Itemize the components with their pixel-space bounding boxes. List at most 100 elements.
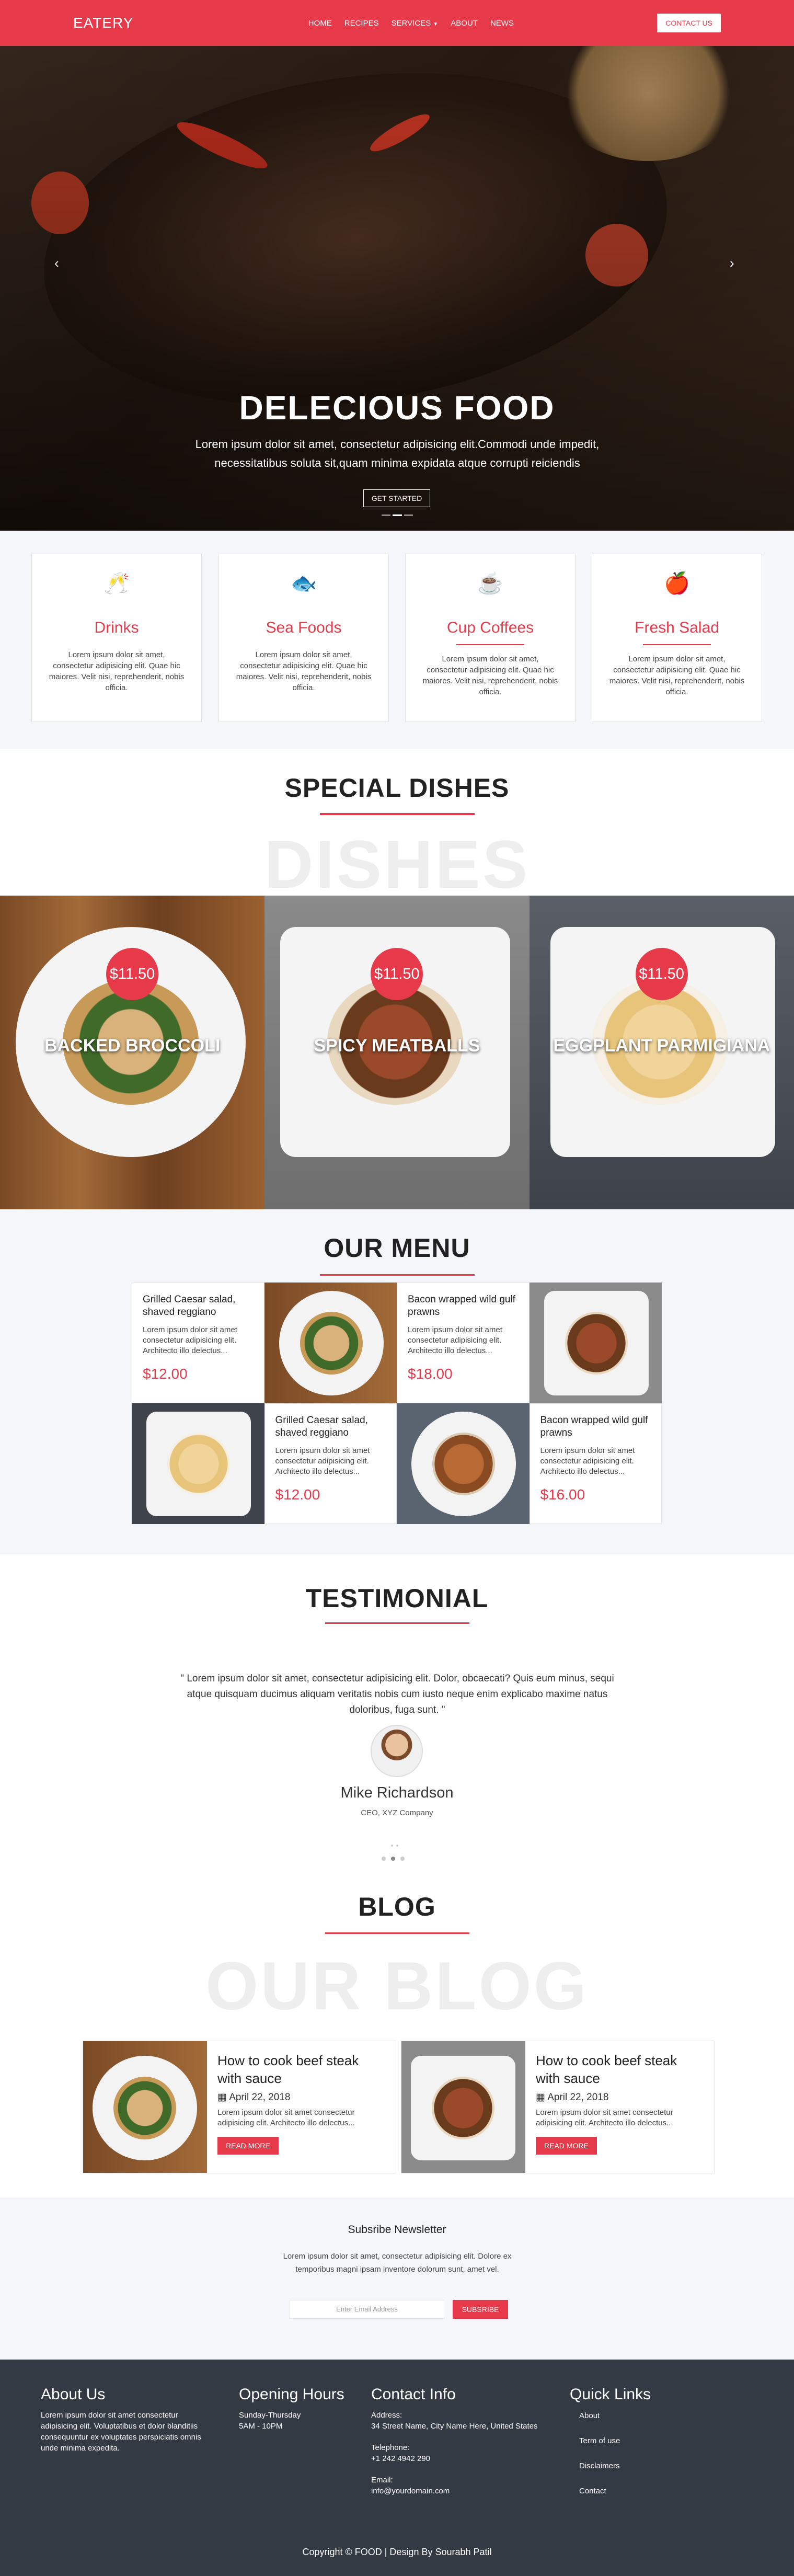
phone-label: Telephone: — [371, 2443, 410, 2452]
footer-about: About Us Lorem ipsum dolor sit amet cons… — [41, 2386, 213, 2454]
footer-contact: Contact Info Address: 34 Street Name, Ci… — [371, 2386, 559, 2497]
read-more-button[interactable]: READ MORE — [536, 2137, 597, 2155]
feature-text: Lorem ipsum dolor sit amet, consectetur … — [422, 655, 558, 696]
site-logo[interactable]: EATERY — [73, 15, 133, 31]
footer-link-about[interactable]: About — [579, 2403, 727, 2429]
dish-name: EGGPLANT PARMIGIANA — [553, 1036, 770, 1056]
email-input[interactable]: Enter Email Address — [290, 2300, 444, 2319]
carousel-indicator-active[interactable] — [393, 514, 402, 516]
footer-link-contact[interactable]: Contact — [579, 2479, 727, 2504]
menu-item[interactable]: Grilled Caesar salad, shaved reggiano Lo… — [132, 1283, 264, 1403]
email-label: Email: — [371, 2476, 393, 2485]
menu-item-desc: Lorem ipsum dolor sit amet consectetur a… — [408, 1325, 502, 1355]
blog-image[interactable] — [83, 2041, 207, 2173]
footer-hours-title: Opening Hours — [239, 2386, 344, 2403]
nav-about[interactable]: ABOUT — [451, 19, 478, 28]
menu-item-price: $12.00 — [143, 1366, 188, 1382]
avatar — [371, 1725, 423, 1777]
address-text: 34 Street Name, City Name Here, United S… — [371, 2422, 538, 2431]
feature-title: Fresh Salad — [635, 619, 719, 636]
slider-dot[interactable] — [400, 1857, 405, 1861]
blog-image[interactable] — [401, 2041, 525, 2173]
footer-quick-links: Quick Links About Term of use Disclaimer… — [570, 2386, 727, 2504]
dish-card[interactable]: $11.50 SPICY MEATBALLS — [264, 896, 530, 1209]
footer-about-title: About Us — [41, 2386, 106, 2403]
hero-title: DELECIOUS FOOD — [239, 389, 555, 427]
menu-item-name: Grilled Caesar salad, shaved reggiano — [275, 1415, 368, 1438]
menu-item[interactable]: Grilled Caesar salad, shaved reggiano Lo… — [264, 1403, 397, 1524]
blog-post-title[interactable]: How to cook beef steak with sauce — [217, 2052, 385, 2087]
menu-item-image — [529, 1283, 662, 1403]
feature-title: Cup Coffees — [446, 619, 534, 636]
menu-item-name: Grilled Caesar salad, shaved reggiano — [143, 1294, 236, 1318]
nav-services[interactable]: SERVICES ▼ — [392, 19, 439, 28]
slider-dot[interactable] — [382, 1857, 386, 1861]
blog-title: BLOG — [358, 1892, 436, 1921]
blog-post-title[interactable]: How to cook beef steak with sauce — [536, 2052, 704, 2087]
menu-item-name: Bacon wrapped wild gulf prawns — [540, 1415, 648, 1438]
footer-link-terms[interactable]: Term of use — [579, 2429, 727, 2454]
footer-hours-time: 5AM - 10PM — [239, 2422, 283, 2431]
calendar-icon: ▦ — [217, 2092, 227, 2103]
our-menu-title: OUR MENU — [324, 1233, 470, 1263]
testimonial-name: Mike Richardson — [340, 1784, 454, 1801]
email-text[interactable]: info@yourdomain.com — [371, 2486, 559, 2497]
get-started-button[interactable]: GET STARTED — [363, 489, 430, 507]
footer-link-disclaimers[interactable]: Disclaimers — [579, 2454, 727, 2479]
food — [432, 2077, 494, 2139]
dish-price: $11.50 — [635, 948, 688, 1000]
feature-text: Lorem ipsum dolor sit amet, consectetur … — [236, 650, 372, 692]
testimonial-section: TESTIMONIAL " Lorem ipsum dolor sit amet… — [0, 1554, 794, 1868]
title-underline — [325, 1932, 469, 1934]
slider-dot-active[interactable] — [391, 1857, 395, 1861]
menu-item[interactable]: Bacon wrapped wild gulf prawns Lorem ips… — [397, 1283, 530, 1403]
blog-ghost-text: OUR BLOG — [205, 1948, 589, 2024]
feature-card: 🍎 Fresh Salad Lorem ipsum dolor sit amet… — [592, 554, 762, 722]
dish-name: SPICY MEATBALLS — [314, 1036, 480, 1056]
food — [565, 1312, 628, 1375]
dish-price: $11.50 — [106, 948, 158, 1000]
food — [113, 2077, 176, 2139]
slider-dot[interactable] — [396, 1845, 398, 1847]
hero-text: Lorem ipsum dolor sit amet, consectetur … — [195, 438, 600, 470]
menu-grid: Grilled Caesar salad, shaved reggiano Lo… — [132, 1283, 662, 1524]
carousel-indicator[interactable] — [382, 514, 391, 516]
dish-card[interactable]: $11.50 BACKED BROCCOLI — [0, 896, 265, 1209]
dishes-ghost-text: DISHES — [264, 826, 530, 902]
chevron-left-icon[interactable]: ‹ — [54, 255, 59, 271]
blog-section: OUR BLOG BLOG How to cook beef steak wit… — [0, 1868, 794, 2197]
blog-card: How to cook beef steak with sauce ▦ Apri… — [401, 2041, 715, 2173]
blog-excerpt: Lorem ipsum dolor sit amet consectetur a… — [536, 2108, 673, 2127]
footer-about-text: Lorem ipsum dolor sit amet consectetur a… — [41, 2411, 201, 2453]
feature-card: 🥂 Drinks Lorem ipsum dolor sit amet, con… — [31, 554, 202, 722]
nav-home[interactable]: HOME — [308, 19, 332, 28]
menu-item-desc: Lorem ipsum dolor sit amet consectetur a… — [275, 1446, 370, 1476]
fish-icon: 🐟 — [291, 572, 317, 595]
main-menu: HOME RECIPES SERVICES ▼ ABOUT NEWS — [277, 19, 514, 28]
menu-item[interactable]: Bacon wrapped wild gulf prawns Lorem ips… — [529, 1403, 662, 1524]
subscribe-button[interactable]: SUBSRIBE — [453, 2300, 508, 2319]
menu-item-price: $12.00 — [275, 1486, 320, 1503]
special-dishes-row: $11.50 BACKED BROCCOLI $11.50 SPICY MEAT… — [0, 896, 794, 1209]
food — [167, 1433, 230, 1495]
blog-body: How to cook beef steak with sauce ▦ Apri… — [525, 2041, 714, 2173]
carousel-indicator[interactable] — [404, 514, 413, 516]
coffee-icon: ☕ — [477, 572, 503, 595]
navbar: EATERY HOME RECIPES SERVICES ▼ ABOUT NEW… — [0, 0, 794, 46]
menu-item-image — [397, 1403, 530, 1524]
feature-card: ☕ Cup Coffees Lorem ipsum dolor sit amet… — [405, 554, 576, 722]
nav-recipes[interactable]: RECIPES — [344, 19, 379, 28]
read-more-button[interactable]: READ MORE — [217, 2137, 279, 2155]
dish-card[interactable]: $11.50 EGGPLANT PARMIGIANA — [529, 896, 794, 1209]
food — [432, 1433, 495, 1495]
slider-dot[interactable] — [391, 1845, 393, 1847]
glasses-icon: 🥂 — [103, 572, 130, 595]
phone-text[interactable]: +1 242 4942 290 — [371, 2453, 559, 2464]
hero-carousel: ‹ › DELECIOUS FOOD Lorem ipsum dolor sit… — [0, 46, 794, 531]
nav-news[interactable]: NEWS — [490, 19, 514, 28]
contact-us-button[interactable]: CONTACT US — [657, 14, 721, 32]
testimonial-quote: " Lorem ipsum dolor sit amet, consectetu… — [180, 1673, 614, 1715]
chevron-right-icon[interactable]: › — [730, 255, 734, 271]
title-underline — [320, 813, 475, 815]
address-label: Address: — [371, 2411, 402, 2420]
